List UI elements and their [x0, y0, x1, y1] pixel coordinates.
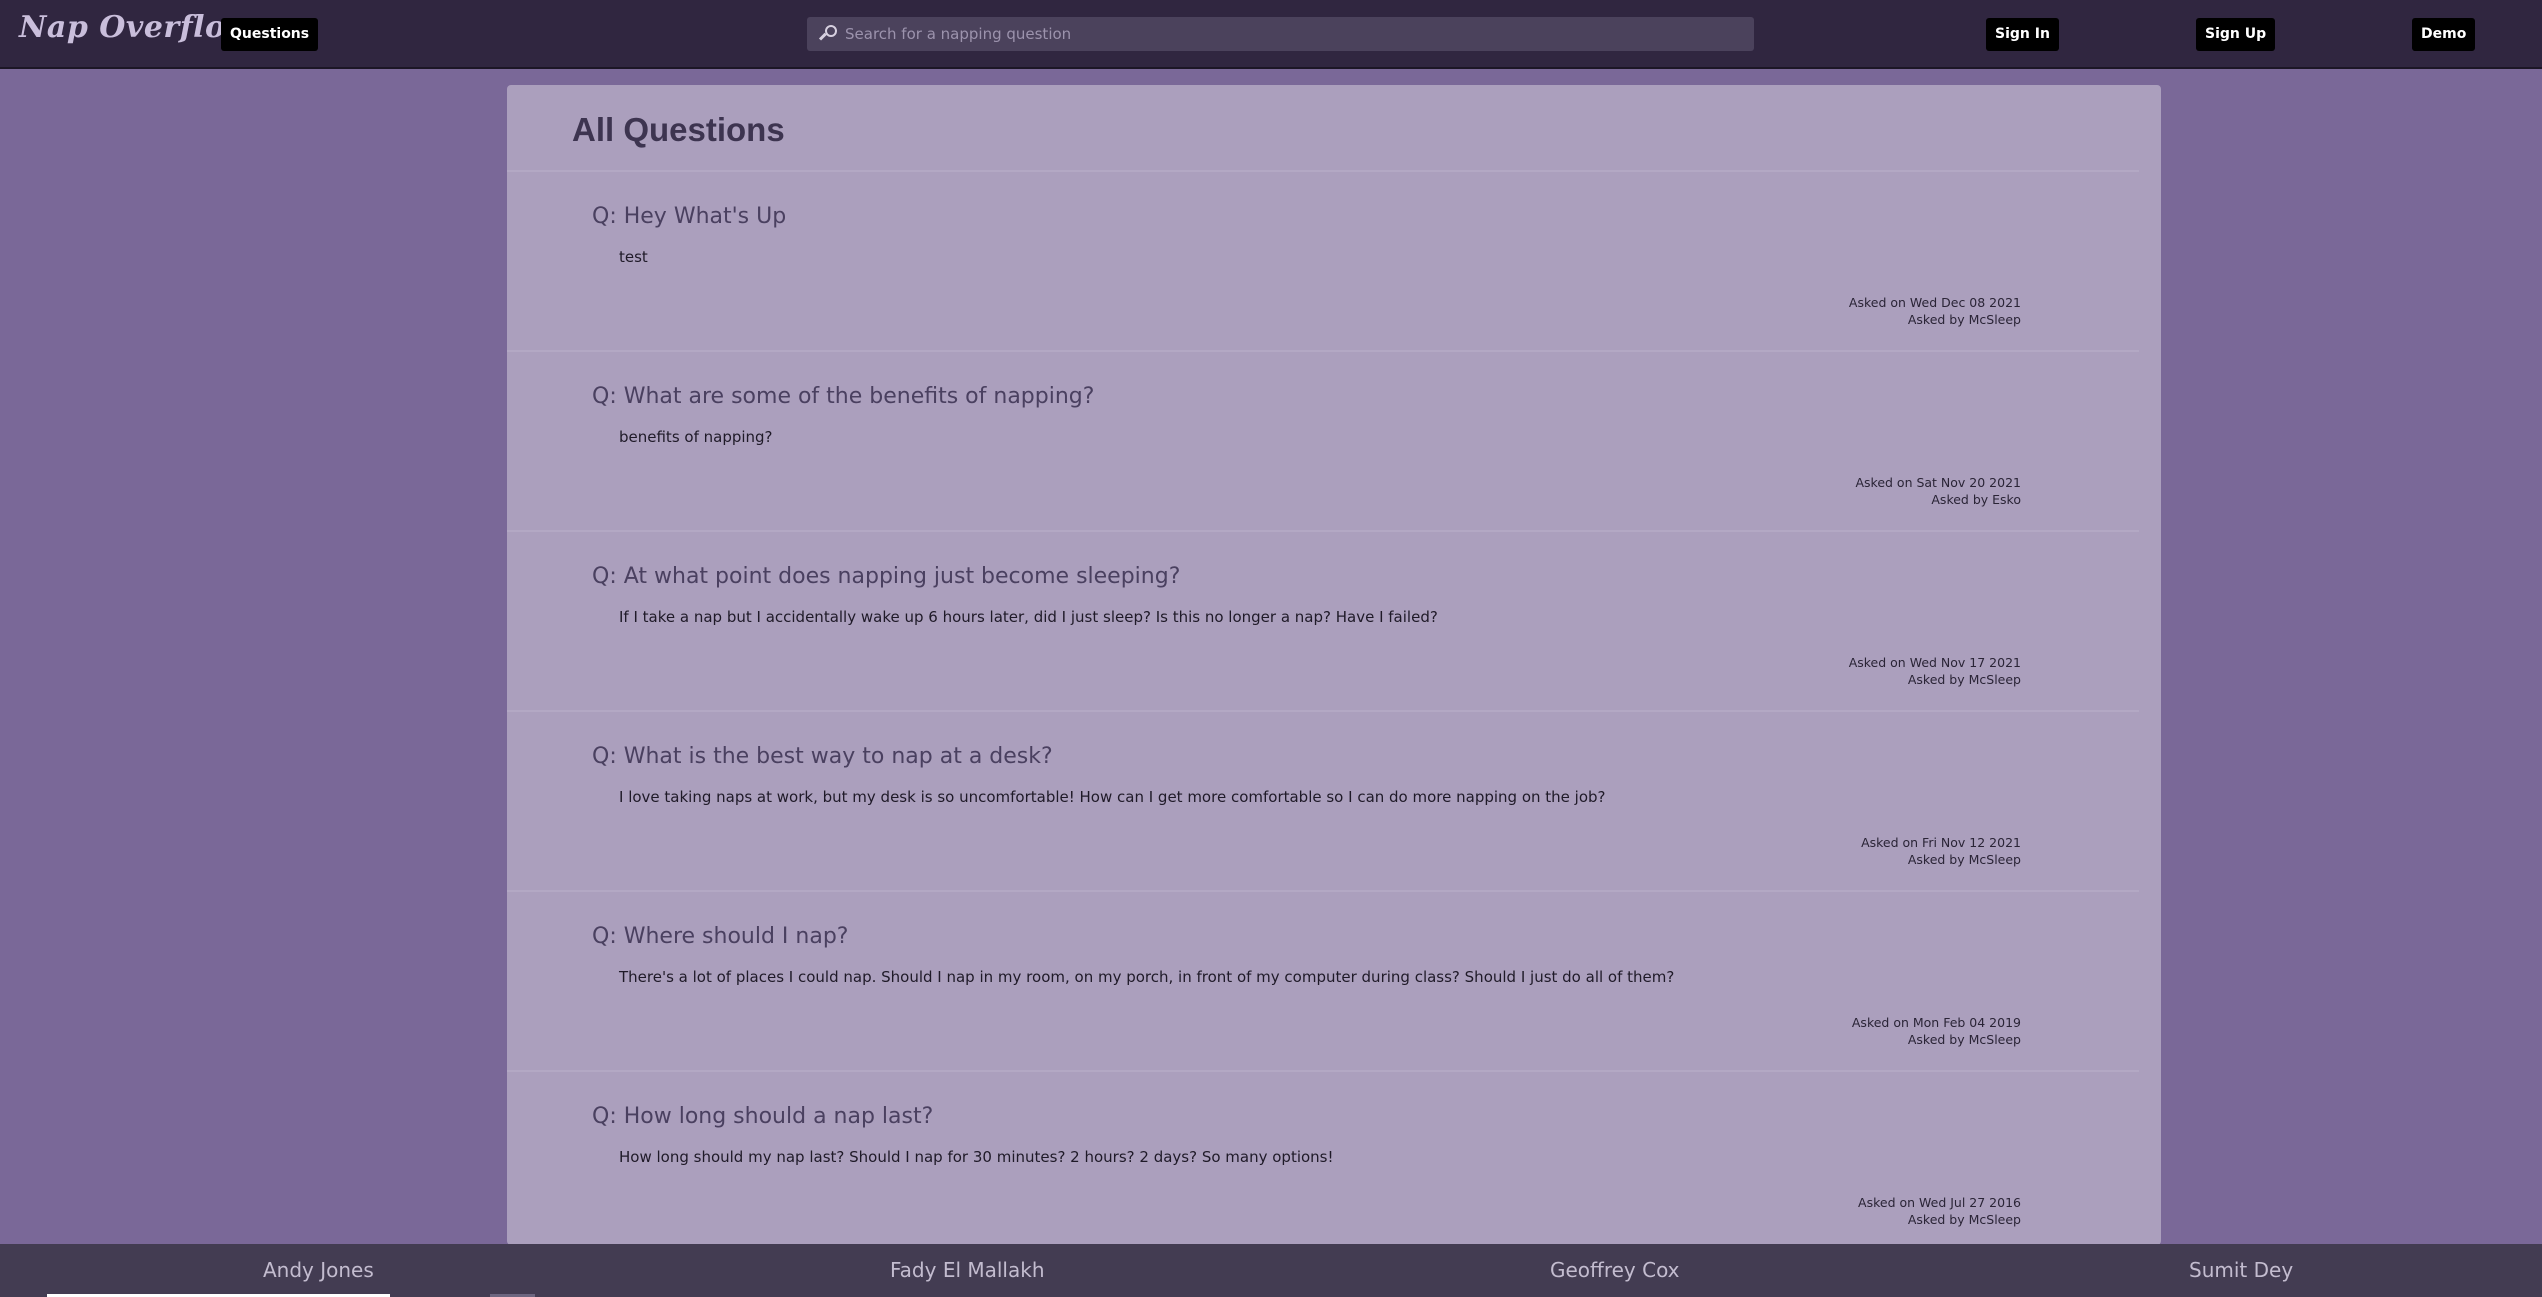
question-item[interactable]: Q: What are some of the benefits of napp…: [507, 350, 2139, 530]
question-item[interactable]: Q: Hey What's Up test Asked on Wed Dec 0…: [507, 170, 2139, 350]
question-body: benefits of napping?: [619, 428, 773, 446]
asked-by: Asked by McSleep: [1907, 852, 2021, 867]
question-body: I love taking naps at work, but my desk …: [619, 788, 1606, 806]
question-item[interactable]: Q: What is the best way to nap at a desk…: [507, 710, 2139, 890]
question-meta: Asked on Sat Nov 20 2021 Asked by Esko: [1855, 474, 2021, 508]
search-input[interactable]: [845, 25, 1725, 43]
asked-on: Asked on Wed Jul 27 2016: [1858, 1195, 2021, 1210]
footer: Andy Jones Fady El Mallakh Geoffrey Cox …: [0, 1244, 2542, 1297]
question-body: There's a lot of places I could nap. Sho…: [619, 968, 1675, 986]
question-body: test: [619, 248, 648, 266]
asked-by: Asked by Esko: [1931, 492, 2021, 507]
question-title[interactable]: Q: What is the best way to nap at a desk…: [592, 744, 1053, 769]
sign-up-button[interactable]: Sign Up: [2196, 18, 2276, 51]
question-title[interactable]: Q: How long should a nap last?: [592, 1104, 933, 1129]
question-title[interactable]: Q: Where should I nap?: [592, 924, 848, 949]
footer-name-link[interactable]: Fady El Mallakh: [890, 1258, 1045, 1282]
question-meta: Asked on Fri Nov 12 2021 Asked by McSlee…: [1861, 834, 2021, 868]
search-icon: [818, 25, 837, 43]
asked-on: Asked on Mon Feb 04 2019: [1851, 1015, 2021, 1030]
asked-by: Asked by McSleep: [1907, 1212, 2021, 1227]
page-title: All Questions: [572, 111, 785, 148]
asked-by: Asked by McSleep: [1907, 1032, 2021, 1047]
footer-name-link[interactable]: Sumit Dey: [2189, 1258, 2293, 1282]
sign-in-button[interactable]: Sign In: [1986, 18, 2059, 51]
asked-on: Asked on Wed Nov 17 2021: [1848, 655, 2021, 670]
asked-on: Asked on Fri Nov 12 2021: [1861, 835, 2021, 850]
footer-name-link[interactable]: Andy Jones: [263, 1258, 374, 1282]
question-title[interactable]: Q: What are some of the benefits of napp…: [592, 384, 1094, 409]
question-meta: Asked on Wed Jul 27 2016 Asked by McSlee…: [1858, 1194, 2021, 1228]
question-meta: Asked on Wed Dec 08 2021 Asked by McSlee…: [1849, 294, 2021, 328]
question-title[interactable]: Q: At what point does napping just becom…: [592, 564, 1180, 589]
question-meta: Asked on Mon Feb 04 2019 Asked by McSlee…: [1852, 1014, 2021, 1048]
site-logo[interactable]: Nap Overflow: [19, 10, 252, 45]
asked-on: Asked on Wed Dec 08 2021: [1848, 295, 2021, 310]
asked-by: Asked by McSleep: [1907, 672, 2021, 687]
demo-button[interactable]: Demo: [2412, 18, 2476, 51]
top-navbar: Nap Overflow Questions Sign In Sign Up D…: [0, 0, 2542, 69]
question-item[interactable]: Q: Where should I nap? There's a lot of …: [507, 890, 2139, 1070]
search-bar[interactable]: [807, 17, 1754, 51]
questions-button[interactable]: Questions: [221, 18, 319, 51]
question-item[interactable]: Q: At what point does napping just becom…: [507, 530, 2139, 710]
asked-by: Asked by McSleep: [1907, 312, 2021, 327]
question-item[interactable]: Q: How long should a nap last? How long …: [507, 1070, 2139, 1250]
asked-on: Asked on Sat Nov 20 2021: [1855, 475, 2021, 490]
footer-name-link[interactable]: Geoffrey Cox: [1550, 1258, 1680, 1282]
question-body: How long should my nap last? Should I na…: [619, 1148, 1334, 1166]
question-title[interactable]: Q: Hey What's Up: [592, 204, 786, 229]
question-meta: Asked on Wed Nov 17 2021 Asked by McSlee…: [1849, 654, 2021, 688]
questions-panel: All Questions Q: Hey What's Up test Aske…: [507, 85, 2161, 1245]
question-body: If I take a nap but I accidentally wake …: [619, 608, 1438, 626]
